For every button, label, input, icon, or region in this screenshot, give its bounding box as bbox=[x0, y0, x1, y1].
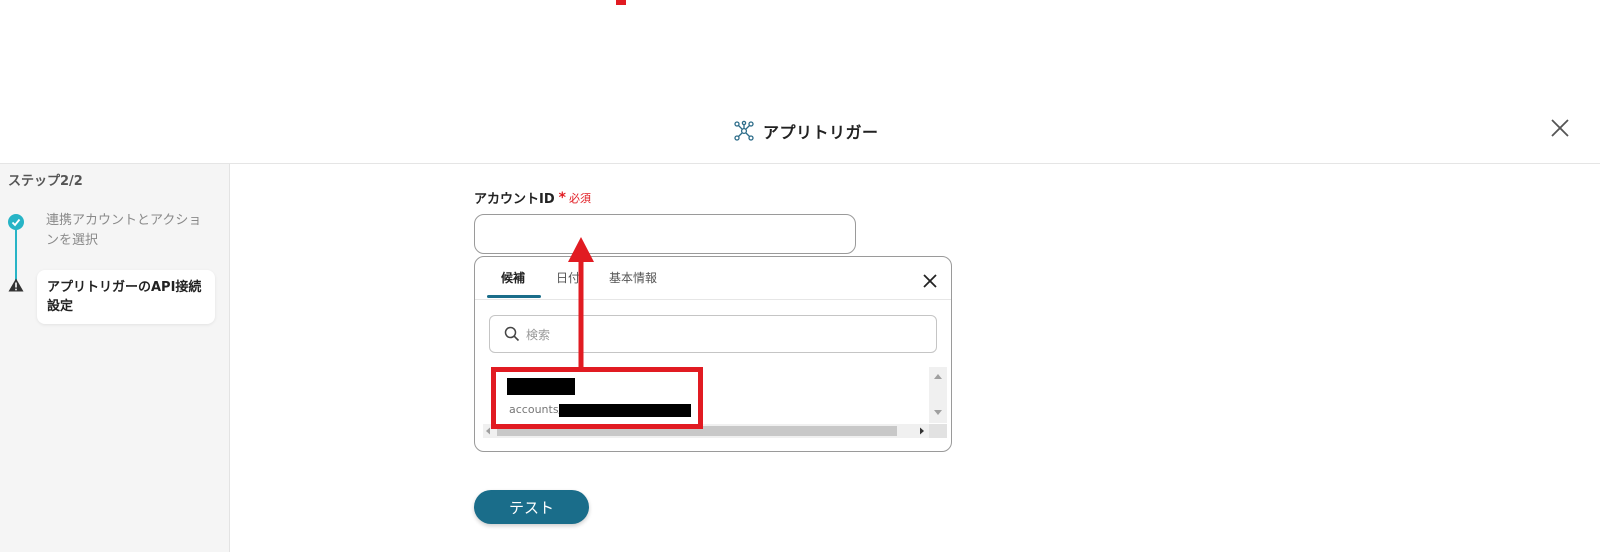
search-placeholder: 検索 bbox=[526, 327, 551, 342]
annotation-top-mark bbox=[616, 0, 626, 5]
vertical-scrollbar[interactable] bbox=[929, 367, 947, 423]
step-2-card[interactable]: アプリトリガーのAPI接続設定 bbox=[37, 270, 215, 324]
scroll-right-arrow-icon bbox=[920, 427, 924, 435]
step-1-label[interactable]: 連携アカウントとアクションを選択 bbox=[46, 211, 206, 251]
modal-header: アプリトリガー bbox=[0, 108, 1600, 164]
network-icon bbox=[734, 120, 754, 141]
required-text: 必須 bbox=[568, 191, 591, 205]
required-star: * bbox=[558, 189, 566, 206]
popup-tabs: 候補 日付 基本情報 bbox=[475, 257, 951, 300]
scroll-corner bbox=[929, 424, 947, 438]
tab-candidates[interactable]: 候補 bbox=[501, 269, 525, 286]
step-2-label: アプリトリガーのAPI接続設定 bbox=[47, 280, 202, 314]
step-sidebar: ステップ2/2 連携アカウントとアクションを選択 アプリトリガーのAPI接続設定 bbox=[0, 164, 230, 552]
tab-date[interactable]: 日付 bbox=[556, 269, 580, 286]
account-id-input[interactable] bbox=[474, 214, 856, 254]
title-wrap: アプリトリガー bbox=[733, 116, 879, 146]
warning-icon bbox=[8, 277, 24, 292]
step-connector bbox=[15, 224, 17, 284]
close-popup-button[interactable] bbox=[923, 273, 937, 288]
modal-title: アプリトリガー bbox=[763, 123, 879, 142]
check-circle-icon bbox=[8, 214, 24, 230]
active-tab-indicator bbox=[487, 295, 541, 298]
account-id-label-text: アカウントID bbox=[474, 192, 555, 207]
scroll-down-arrow-icon bbox=[934, 410, 942, 415]
scroll-up-arrow-icon bbox=[934, 374, 942, 379]
search-icon bbox=[504, 326, 520, 342]
close-icon bbox=[923, 274, 937, 288]
account-id-label: アカウントID * 必須 bbox=[474, 188, 591, 208]
close-icon bbox=[1551, 119, 1569, 137]
tab-basic-info[interactable]: 基本情報 bbox=[609, 269, 657, 286]
close-modal-button[interactable] bbox=[1548, 116, 1572, 140]
search-input[interactable]: 検索 bbox=[489, 315, 937, 353]
test-button[interactable]: テスト bbox=[474, 490, 589, 524]
annotation-highlight-box bbox=[491, 367, 703, 429]
step-count: ステップ2/2 bbox=[8, 174, 83, 189]
